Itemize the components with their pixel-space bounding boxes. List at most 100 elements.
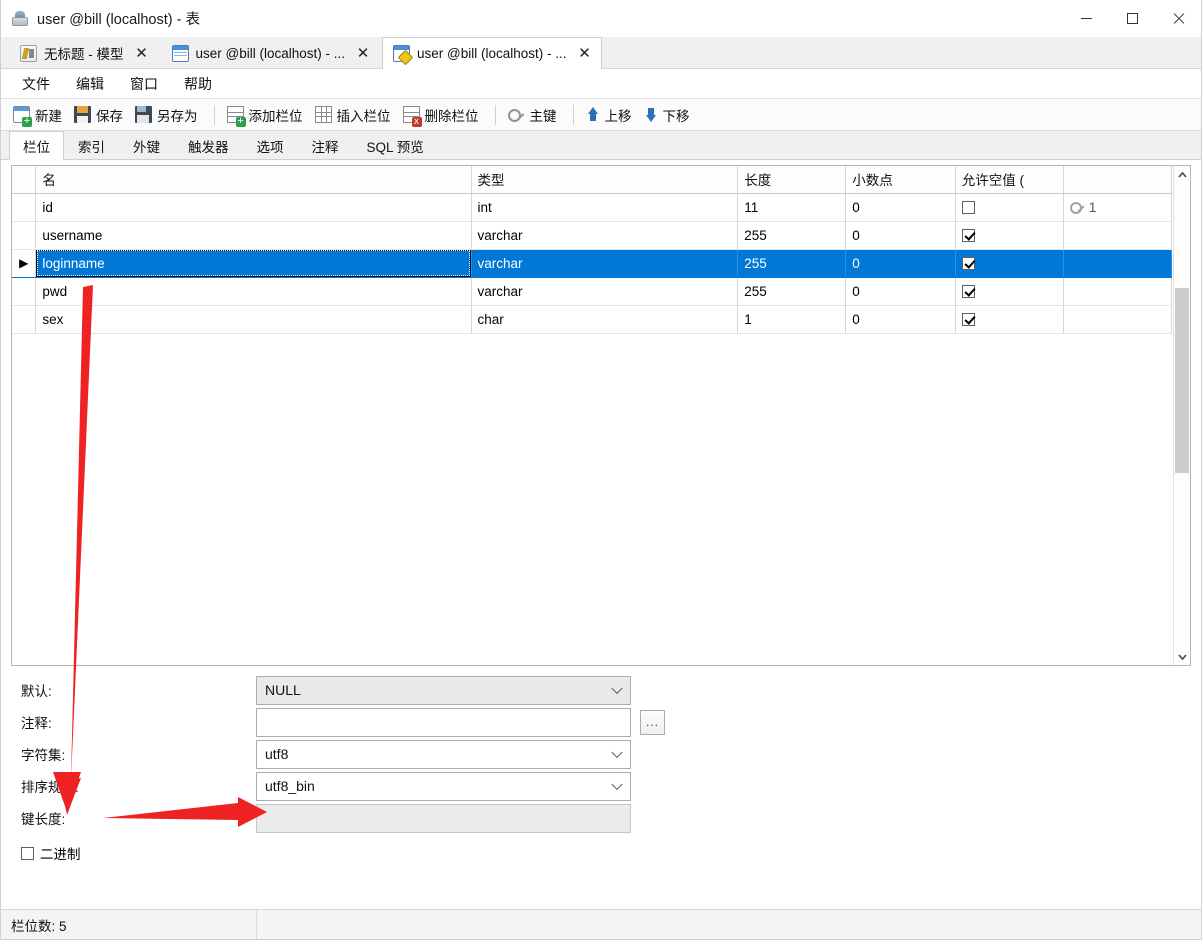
comment-input[interactable] <box>256 707 631 737</box>
column-header-name[interactable]: 名 <box>35 166 472 194</box>
cell-key[interactable] <box>1063 277 1173 306</box>
cell-key[interactable]: 1 <box>1063 193 1173 222</box>
column-header-decimals[interactable]: 小数点 <box>845 166 956 194</box>
cell-name[interactable]: pwd <box>35 277 472 306</box>
scroll-up-button[interactable] <box>1174 166 1190 183</box>
cell-nullable[interactable] <box>955 193 1064 222</box>
tab-triggers[interactable]: 触发器 <box>174 131 243 159</box>
document-tab-close-icon[interactable]: ✕ <box>355 45 371 61</box>
tab-indexes[interactable]: 索引 <box>64 131 119 159</box>
cell-type[interactable]: varchar <box>471 221 739 250</box>
table-row[interactable]: username varchar 255 0 <box>12 221 1173 250</box>
menu-item-window[interactable]: 窗口 <box>117 70 171 98</box>
cell-length[interactable]: 255 <box>737 249 847 278</box>
document-tab-close-icon[interactable]: ✕ <box>134 45 150 61</box>
cell-key[interactable] <box>1063 305 1173 334</box>
cell-decimals[interactable]: 0 <box>845 249 956 278</box>
document-tab-table-designer[interactable]: user @bill (localhost) - ... ✕ <box>382 37 602 69</box>
cell-length[interactable]: 1 <box>737 305 847 334</box>
key-length-input[interactable] <box>256 803 631 833</box>
cell-nullable[interactable] <box>955 305 1064 334</box>
cell-length[interactable]: 11 <box>737 193 847 222</box>
cell-decimals[interactable]: 0 <box>845 277 956 306</box>
window-title: user @bill (localhost) - 表 <box>37 12 200 28</box>
delete-field-button[interactable]: 删除栏位 <box>399 102 487 128</box>
cell-type[interactable]: int <box>471 193 739 222</box>
table-row[interactable]: sex char 1 0 <box>12 305 1173 334</box>
row-marker: ▶ <box>12 249 37 278</box>
cell-type[interactable]: varchar <box>471 249 739 278</box>
primary-key-icon <box>1070 200 1086 214</box>
document-tab-label: 无标题 - 模型 <box>44 47 124 62</box>
cell-decimals[interactable]: 0 <box>845 305 956 334</box>
tab-comment[interactable]: 注释 <box>297 131 353 159</box>
column-header-type[interactable]: 类型 <box>471 166 739 194</box>
cell-key[interactable] <box>1063 249 1173 278</box>
cell-nullable[interactable] <box>955 221 1064 250</box>
binary-row[interactable]: 二进制 <box>11 838 1191 868</box>
nullable-checkbox[interactable] <box>961 201 975 215</box>
binary-checkbox[interactable] <box>21 846 34 860</box>
comment-browse-button[interactable]: ... <box>640 709 665 735</box>
tab-sql-preview[interactable]: SQL 预览 <box>352 131 438 159</box>
new-button[interactable]: 新建 <box>9 102 70 128</box>
save-button[interactable]: 保存 <box>70 102 131 128</box>
table-row-selected[interactable]: ▶ loginname varchar 255 0 <box>12 249 1173 278</box>
grid-vertical-scrollbar[interactable] <box>1173 166 1190 665</box>
menu-item-help[interactable]: 帮助 <box>171 70 225 98</box>
cell-nullable[interactable] <box>955 277 1064 306</box>
cell-decimals[interactable]: 0 <box>845 221 956 250</box>
scroll-down-button[interactable] <box>1174 648 1190 665</box>
cell-name[interactable]: id <box>35 193 472 222</box>
cell-type[interactable]: char <box>471 305 739 334</box>
key-length-label: 键长度: <box>21 812 66 827</box>
maximize-button[interactable] <box>1109 0 1155 37</box>
row-marker <box>12 221 37 250</box>
cell-nullable[interactable] <box>955 249 1064 278</box>
menu-item-file[interactable]: 文件 <box>9 70 63 98</box>
cell-length[interactable]: 255 <box>737 277 847 306</box>
fields-grid: 名 类型 长度 小数点 允许空值 ( id int 11 0 1 usernam… <box>11 165 1191 666</box>
primary-key-button[interactable]: 主键 <box>504 102 565 128</box>
tab-options[interactable]: 选项 <box>242 131 298 159</box>
nullable-checkbox[interactable] <box>961 285 975 299</box>
table-row[interactable]: id int 11 0 1 <box>12 193 1173 222</box>
cell-name[interactable]: sex <box>35 305 472 334</box>
toolbar-separator <box>572 104 574 125</box>
save-as-button[interactable]: 另存为 <box>131 102 206 128</box>
add-field-button[interactable]: 添加栏位 <box>223 102 311 128</box>
minimize-button[interactable] <box>1063 0 1109 37</box>
table-icon <box>171 44 189 62</box>
nullable-checkbox[interactable] <box>961 229 975 243</box>
column-header-key[interactable] <box>1063 166 1173 194</box>
charset-select[interactable]: utf8 <box>256 739 631 769</box>
scrollbar-thumb[interactable] <box>1175 288 1189 473</box>
column-header-nullable[interactable]: 允许空值 ( <box>955 166 1064 194</box>
cell-name[interactable]: username <box>35 221 472 250</box>
insert-field-button[interactable]: 插入栏位 <box>311 102 399 128</box>
document-tab-close-icon[interactable]: ✕ <box>577 46 593 62</box>
document-tab-model[interactable]: 无标题 - 模型 ✕ <box>9 37 159 68</box>
app-icon <box>11 10 29 28</box>
document-tab-table[interactable]: user @bill (localhost) - ... ✕ <box>160 37 380 68</box>
cell-key[interactable] <box>1063 221 1173 250</box>
cell-type[interactable]: varchar <box>471 277 739 306</box>
chevron-down-icon <box>1178 653 1187 660</box>
nullable-checkbox[interactable] <box>961 257 975 271</box>
tab-fields[interactable]: 栏位 <box>9 131 64 160</box>
close-button[interactable] <box>1155 0 1201 37</box>
cell-name[interactable]: loginname <box>35 249 472 278</box>
move-up-button[interactable]: 上移 <box>582 102 640 128</box>
move-down-button[interactable]: 下移 <box>640 102 698 128</box>
menu-item-edit[interactable]: 编辑 <box>63 70 117 98</box>
charset-value: utf8 <box>265 746 289 762</box>
column-header-length[interactable]: 长度 <box>737 166 847 194</box>
collation-select[interactable]: utf8_bin <box>256 771 631 801</box>
table-row[interactable]: pwd varchar 255 0 <box>12 277 1173 306</box>
nullable-checkbox[interactable] <box>961 313 975 327</box>
row-marker <box>12 305 37 334</box>
tab-foreign-keys[interactable]: 外键 <box>119 131 174 159</box>
cell-length[interactable]: 255 <box>737 221 847 250</box>
default-select[interactable]: NULL <box>256 675 631 705</box>
cell-decimals[interactable]: 0 <box>845 193 956 222</box>
